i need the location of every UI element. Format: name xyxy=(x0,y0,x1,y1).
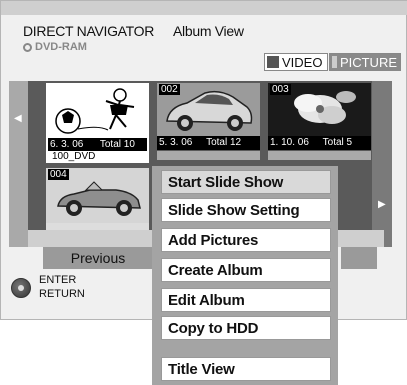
album-total: Total 12 xyxy=(206,137,242,148)
disc-type: DVD-RAM xyxy=(23,41,87,53)
menu-item-title-view[interactable]: Title View xyxy=(161,357,331,381)
album-thumbnail[interactable]: 003 1. 10. 06 Total 5 xyxy=(268,83,371,150)
album-date: 1. 10. 06 xyxy=(270,137,309,148)
remote-control-icon xyxy=(11,278,31,298)
album-caption: 1. 10. 06 Total 5 xyxy=(270,137,352,148)
top-band xyxy=(1,1,407,15)
album-number: 004 xyxy=(48,169,69,180)
scroll-right-button[interactable]: ▶ xyxy=(372,81,392,247)
menu-item-create-album[interactable]: Create Album xyxy=(161,258,331,282)
album-caption: 5. 3. 06 Total 12 xyxy=(159,137,241,148)
view-title: Album View xyxy=(173,23,244,39)
enter-hint: ENTER xyxy=(39,274,77,286)
thumbnail-shelf xyxy=(268,151,371,160)
soccer-player-picture xyxy=(48,85,147,138)
next-button[interactable] xyxy=(341,247,377,269)
arrow-left-icon: ◀ xyxy=(14,113,22,124)
menu-item-start-slide-show[interactable]: Start Slide Show xyxy=(161,170,331,194)
album-total: Total 10 xyxy=(99,139,135,150)
menu-item-edit-album[interactable]: Edit Album xyxy=(161,288,331,312)
scroll-left-button[interactable]: ◀ xyxy=(9,81,28,247)
album-total: Total 5 xyxy=(322,137,353,148)
disc-label: DVD-RAM xyxy=(35,41,87,53)
menu-item-add-pictures[interactable]: Add Pictures xyxy=(161,228,331,252)
disc-icon xyxy=(23,42,32,52)
album-date: 6. 3. 06 xyxy=(50,139,84,150)
video-tab-swatch xyxy=(267,56,279,68)
tab-video-label: VIDEO xyxy=(282,54,323,70)
tab-video[interactable]: VIDEO xyxy=(264,53,328,71)
album-thumbnail[interactable]: 6. 3. 06 Total 10 100_DVD xyxy=(46,83,149,163)
submenu: Start Slide Show Slide Show Setting Add … xyxy=(152,166,338,385)
album-number: 003 xyxy=(270,84,291,95)
album-thumbnail[interactable]: 004 xyxy=(46,168,149,230)
return-hint: RETURN xyxy=(39,288,85,300)
thumbnail-shelf xyxy=(157,151,260,160)
arrow-right-icon: ▶ xyxy=(378,199,386,210)
album-caption: 6. 3. 06 Total 10 xyxy=(50,139,135,150)
menu-item-copy-to-hdd[interactable]: Copy to HDD xyxy=(161,316,331,340)
tab-picture[interactable]: PICTURE xyxy=(329,53,401,71)
album-name: 100_DVD xyxy=(50,151,149,162)
menu-item-slide-show-setting[interactable]: Slide Show Setting xyxy=(161,198,331,222)
picture-tab-swatch xyxy=(332,56,337,68)
tab-picture-label: PICTURE xyxy=(339,54,397,70)
album-thumbnail[interactable]: 002 5. 3. 06 Total 12 xyxy=(157,83,260,150)
album-number: 002 xyxy=(159,84,180,95)
page-title: DIRECT NAVIGATOR xyxy=(23,23,155,39)
album-date: 5. 3. 06 xyxy=(159,137,193,148)
previous-button[interactable]: Previous xyxy=(43,247,153,269)
